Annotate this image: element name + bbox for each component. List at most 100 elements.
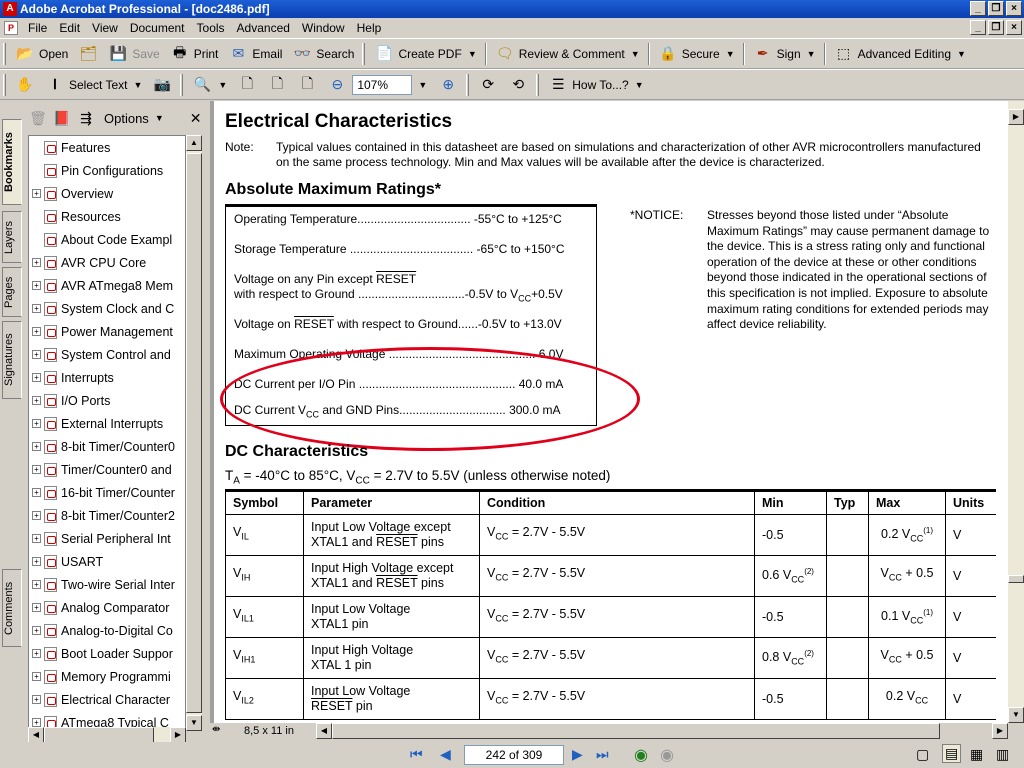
bookmark-item[interactable]: + Timer/Counter0 and [29, 458, 185, 481]
bookmark-item[interactable]: + Serial Peripheral Int [29, 527, 185, 550]
zoom-in-tool-button[interactable]: 🔍 ▼ [187, 73, 232, 97]
expand-plus-icon[interactable]: + [32, 373, 41, 382]
review-comment-button[interactable]: 🗨 Review & Comment ▼ [490, 42, 645, 66]
chevron-down-icon[interactable]: ▼ [218, 80, 227, 90]
organizer-button[interactable]: 🗂 [73, 42, 103, 66]
doc-close-button[interactable]: × [1006, 20, 1022, 35]
bookmarks-hscrollbar[interactable]: ◀ ▶ [28, 727, 186, 743]
hscroll-thumb[interactable] [44, 727, 154, 743]
bookmark-item[interactable]: + Interrupts [29, 366, 185, 389]
bookmark-item[interactable]: + Overview [29, 182, 185, 205]
document-scrollbar[interactable]: ▶ ▼ [1008, 101, 1024, 723]
single-page-view-icon[interactable]: ▢ [916, 746, 929, 763]
scroll-thumb[interactable] [1008, 575, 1024, 583]
chevron-down-icon[interactable]: ▼ [631, 49, 640, 59]
previous-page-icon[interactable]: ◀ [440, 746, 451, 763]
chevron-down-icon[interactable]: ▼ [807, 49, 816, 59]
expand-plus-icon[interactable]: + [32, 626, 41, 635]
menu-file[interactable]: File [22, 21, 53, 35]
expand-plus-icon[interactable]: + [32, 350, 41, 359]
bookmark-item[interactable]: + System Control and [29, 343, 185, 366]
hand-tool-button[interactable]: ✋ [10, 73, 40, 97]
tab-bookmarks[interactable]: Bookmarks [2, 119, 22, 205]
scroll-up-icon[interactable]: ▶ [1008, 109, 1024, 125]
menu-help[interactable]: Help [351, 21, 388, 35]
secure-button[interactable]: 🔒 Secure ▼ [653, 42, 740, 66]
bookmark-item[interactable]: + Boot Loader Suppor [29, 642, 185, 665]
continuous-facing-view-icon[interactable]: ▥ [996, 746, 1009, 763]
chevron-down-icon[interactable]: ▼ [133, 80, 142, 90]
expand-plus-icon[interactable]: + [32, 718, 41, 727]
expand-plus-icon[interactable]: + [32, 258, 41, 267]
bookmark-item[interactable]: + Electrical Character [29, 688, 185, 711]
toolbar-grip[interactable] [362, 42, 366, 65]
scroll-left-icon[interactable]: ◀ [28, 727, 44, 743]
bookmark-item[interactable]: +8-bit Timer/Counter2 [29, 504, 185, 527]
menu-document[interactable]: Document [124, 21, 191, 35]
chevron-down-icon[interactable]: ▼ [726, 49, 735, 59]
bookmark-item[interactable]: Features [29, 136, 185, 159]
scroll-thumb[interactable] [186, 153, 202, 713]
bookmark-item[interactable]: + AVR ATmega8 Mem [29, 274, 185, 297]
expand-plus-icon[interactable]: + [32, 442, 41, 451]
email-button[interactable]: ✉ Email [223, 42, 287, 66]
bookmark-item[interactable]: + AVR CPU Core [29, 251, 185, 274]
last-page-icon[interactable]: ⏭ [596, 746, 609, 763]
expand-plus-icon[interactable]: + [32, 465, 41, 474]
next-page-icon[interactable]: ▶ [572, 746, 583, 763]
expand-plus-icon[interactable]: + [32, 534, 41, 543]
new-bookmark-icon[interactable]: 📕 [52, 108, 72, 128]
menu-tools[interactable]: Tools [191, 21, 231, 35]
document-hscroll-thumb[interactable] [332, 723, 940, 739]
previous-view-icon[interactable]: ◉ [634, 745, 648, 765]
tab-comments[interactable]: Comments [2, 569, 22, 647]
bookmark-item[interactable]: + Memory Programmi [29, 665, 185, 688]
delete-bookmark-icon[interactable]: 🗑 [28, 108, 48, 128]
expand-plus-icon[interactable]: + [32, 511, 41, 520]
facing-view-icon[interactable]: ▦ [970, 746, 983, 763]
restore-button[interactable]: ❐ [988, 1, 1004, 16]
bookmark-item[interactable]: + USART [29, 550, 185, 573]
bookmark-item[interactable]: About Code Exampl [29, 228, 185, 251]
chevron-down-icon[interactable]: ▼ [957, 49, 966, 59]
expand-plus-icon[interactable]: + [32, 327, 41, 336]
expand-plus-icon[interactable]: + [32, 557, 41, 566]
tab-signatures[interactable]: Signatures [2, 321, 22, 399]
menu-window[interactable]: Window [296, 21, 351, 35]
bookmarks-scrollbar[interactable]: ▲ ▼ [186, 135, 202, 731]
bookmark-item[interactable]: + Two-wire Serial Inter [29, 573, 185, 596]
bookmark-item[interactable]: + External Interrupts [29, 412, 185, 435]
scroll-up-icon[interactable]: ▲ [186, 135, 202, 151]
scroll-down-icon[interactable]: ▼ [1008, 707, 1024, 723]
expand-plus-icon[interactable]: + [32, 580, 41, 589]
chevron-down-icon[interactable]: ▼ [468, 49, 477, 59]
close-button[interactable]: × [1006, 1, 1022, 16]
menu-edit[interactable]: Edit [53, 21, 86, 35]
expand-plus-icon[interactable]: + [32, 396, 41, 405]
first-page-icon[interactable]: ⏮ [410, 746, 423, 763]
save-button[interactable]: 💾 Save [103, 42, 164, 66]
hscroll-left-icon[interactable]: ◀ [316, 723, 332, 739]
fit-page-button[interactable]: 🗋 [262, 73, 292, 97]
search-button[interactable]: 👓 Search [287, 42, 359, 66]
bookmark-item[interactable]: + Analog-to-Digital Co [29, 619, 185, 642]
tab-layers[interactable]: Layers [2, 211, 22, 263]
create-pdf-button[interactable]: 📄 Create PDF ▼ [369, 42, 481, 66]
expand-plus-icon[interactable]: + [32, 603, 41, 612]
actual-size-button[interactable]: 🗋 [232, 73, 262, 97]
split-handle-icon[interactable]: ⇼ [212, 724, 220, 735]
next-view-icon[interactable]: ◉ [660, 745, 674, 765]
bookmark-item[interactable]: +16-bit Timer/Counter [29, 481, 185, 504]
zoom-in-button[interactable]: ⊕ [433, 73, 463, 97]
toolbar-grip[interactable] [180, 73, 184, 96]
expand-plus-icon[interactable]: + [32, 419, 41, 428]
open-button[interactable]: 📂 Open [10, 42, 73, 66]
document-icon[interactable]: P [4, 21, 18, 35]
toolbar-grip[interactable] [3, 42, 6, 65]
select-text-button[interactable]: Ⅰ Select Text ▼ [40, 73, 147, 97]
bookmark-item[interactable]: Resources [29, 205, 185, 228]
hscroll-right-icon[interactable]: ▶ [992, 723, 1008, 739]
expand-bookmark-icon[interactable]: ⇶ [76, 108, 96, 128]
menu-view[interactable]: View [86, 21, 124, 35]
toolbar-grip[interactable] [536, 73, 540, 96]
